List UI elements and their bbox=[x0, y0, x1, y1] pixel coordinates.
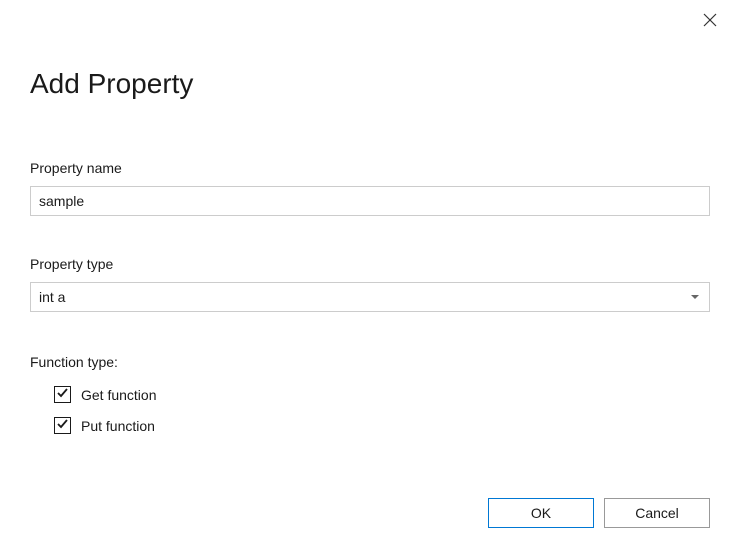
button-row: OK Cancel bbox=[488, 498, 710, 528]
get-function-row: Get function bbox=[30, 386, 710, 403]
dialog-title: Add Property bbox=[30, 68, 710, 100]
check-icon bbox=[56, 417, 69, 435]
close-icon bbox=[703, 13, 717, 32]
put-function-row: Put function bbox=[30, 417, 710, 434]
property-name-input[interactable] bbox=[30, 186, 710, 216]
get-function-label[interactable]: Get function bbox=[81, 387, 157, 403]
cancel-button[interactable]: Cancel bbox=[604, 498, 710, 528]
close-button[interactable] bbox=[702, 14, 718, 30]
property-type-dropdown[interactable]: int a bbox=[30, 282, 710, 312]
property-type-label: Property type bbox=[30, 256, 710, 272]
get-function-checkbox[interactable] bbox=[54, 386, 71, 403]
property-name-label: Property name bbox=[30, 160, 710, 176]
property-type-group: Property type int a bbox=[30, 256, 710, 312]
ok-button[interactable]: OK bbox=[488, 498, 594, 528]
check-icon bbox=[56, 386, 69, 404]
property-name-group: Property name bbox=[30, 160, 710, 216]
put-function-label[interactable]: Put function bbox=[81, 418, 155, 434]
put-function-checkbox[interactable] bbox=[54, 417, 71, 434]
function-type-group: Function type: Get function Put funct bbox=[30, 354, 710, 434]
function-type-label: Function type: bbox=[30, 354, 710, 370]
chevron-down-icon bbox=[691, 295, 699, 299]
property-type-value: int a bbox=[39, 289, 65, 305]
